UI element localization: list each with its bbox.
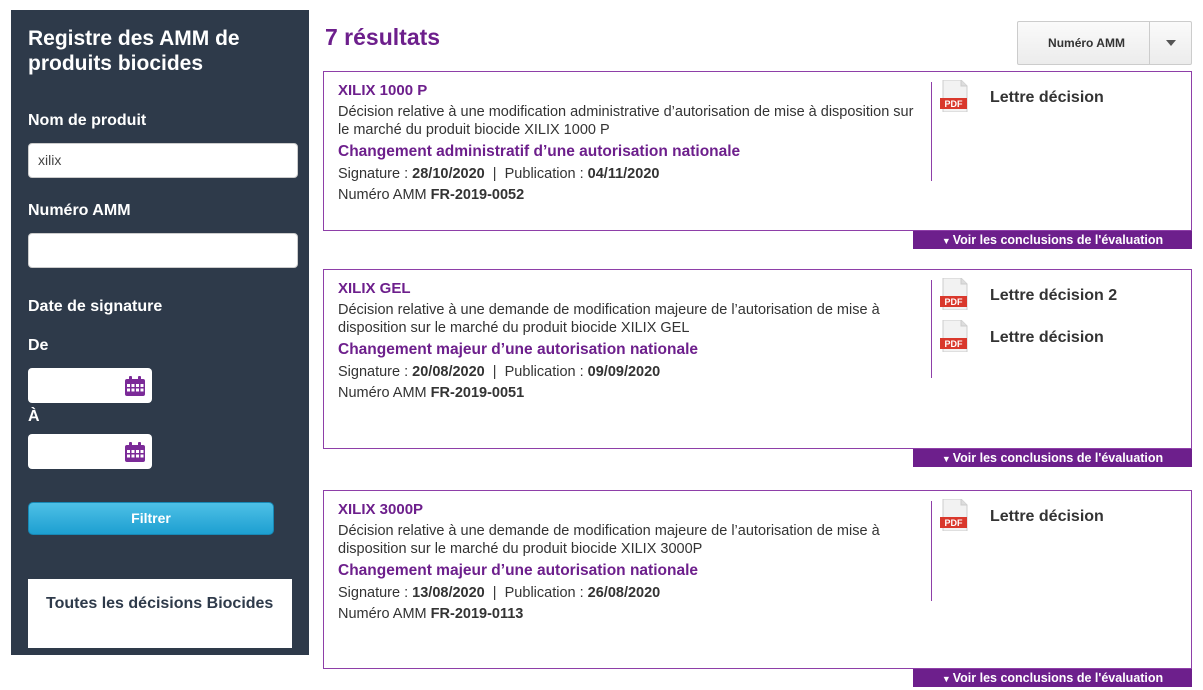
document-label[interactable]: Lettre décision 2 — [990, 287, 1117, 305]
all-decisions-link[interactable]: Toutes les décisions Biocides — [28, 579, 292, 648]
publication-date: 09/09/2020 — [587, 364, 661, 380]
results-count: 7 résultats — [325, 24, 441, 50]
sidebar-title: Registre des AMM de produits biocides — [28, 27, 240, 75]
view-evaluation-link[interactable]: ▼ Voir les conclusions de l'évaluation — [913, 669, 1192, 687]
calendar-icon[interactable] — [124, 375, 146, 402]
view-evaluation-link[interactable]: ▼ Voir les conclusions de l'évaluation — [913, 231, 1192, 249]
result-card: XILIX 3000P Décision relative à une dema… — [323, 490, 1192, 669]
product-name[interactable]: XILIX GEL — [338, 279, 918, 299]
svg-text:PDF: PDF — [945, 339, 964, 349]
document-link[interactable]: PDF Lettre décision — [940, 319, 1117, 352]
svg-text:PDF: PDF — [945, 99, 964, 109]
product-name[interactable]: XILIX 1000 P — [338, 81, 918, 101]
svg-text:PDF: PDF — [945, 297, 964, 307]
result-card: XILIX 1000 P Décision relative à une mod… — [323, 71, 1192, 231]
triangle-down-icon: ▼ — [941, 236, 951, 246]
decision-description: Décision relative à une modification adm… — [338, 104, 914, 138]
pdf-file-icon: PDF — [940, 79, 970, 117]
publication-date: 26/08/2020 — [587, 585, 661, 601]
amm-number: Numéro AMM FR-2019-0051 — [338, 385, 525, 401]
decision-description: Décision relative à une demande de modif… — [338, 523, 880, 557]
document-link[interactable]: PDF Lettre décision — [940, 79, 1104, 112]
divider — [931, 501, 932, 601]
amm-number: Numéro AMM FR-2019-0052 — [338, 187, 525, 203]
divider — [931, 280, 932, 378]
pdf-file-icon: PDF — [940, 277, 970, 315]
triangle-down-icon: ▼ — [941, 454, 951, 464]
decision-type: Changement majeur d’une autorisation nat… — [338, 562, 698, 579]
signature-date: 28/10/2020 — [412, 166, 485, 182]
view-evaluation-link[interactable]: ▼ Voir les conclusions de l'évaluation — [913, 449, 1192, 467]
amm-number: Numéro AMM FR-2019-0113 — [338, 606, 524, 622]
calendar-icon[interactable] — [124, 441, 146, 468]
documents-list: PDF Lettre décision 2 PDF Lettre décisio… — [940, 277, 1117, 367]
filter-sidebar: Registre des AMM de produits biocides No… — [11, 10, 309, 655]
product-name[interactable]: XILIX 3000P — [338, 500, 918, 520]
signature-date-label: Date de signature — [28, 298, 163, 315]
documents-list: PDF Lettre décision — [940, 498, 1104, 546]
svg-text:PDF: PDF — [945, 518, 964, 528]
pdf-file-icon: PDF — [940, 319, 970, 357]
product-name-input[interactable]: xilix — [28, 143, 298, 178]
amm-number-input[interactable] — [28, 233, 298, 268]
sort-label: Numéro AMM — [1048, 36, 1125, 50]
from-date-label: De — [28, 337, 49, 354]
product-name-label: Nom de produit — [28, 112, 147, 129]
decision-dates: Signature : 20/08/2020 | Publication : 0… — [338, 364, 661, 380]
publication-date: 04/11/2020 — [587, 166, 660, 182]
divider — [931, 82, 932, 181]
triangle-down-icon: ▼ — [941, 674, 951, 684]
to-date-input[interactable] — [28, 434, 152, 469]
signature-date: 20/08/2020 — [412, 364, 485, 380]
documents-list: PDF Lettre décision — [940, 79, 1104, 127]
from-date-input[interactable] — [28, 368, 152, 403]
decision-type: Changement administratif d’une autorisat… — [338, 143, 741, 160]
amm-number-label: Numéro AMM — [28, 202, 131, 219]
decision-dates: Signature : 13/08/2020 | Publication : 2… — [338, 585, 661, 601]
result-card: XILIX GEL Décision relative à une demand… — [323, 269, 1192, 449]
document-label[interactable]: Lettre décision — [990, 89, 1104, 107]
pdf-file-icon: PDF — [940, 498, 970, 536]
decision-description: Décision relative à une demande de modif… — [338, 302, 880, 336]
document-label[interactable]: Lettre décision — [990, 329, 1104, 347]
signature-date: 13/08/2020 — [412, 585, 485, 601]
sort-select[interactable]: Numéro AMM — [1017, 21, 1192, 65]
to-date-label: À — [28, 408, 40, 425]
caret-down-icon[interactable] — [1149, 22, 1191, 64]
filter-button[interactable]: Filtrer — [28, 502, 274, 535]
document-link[interactable]: PDF Lettre décision — [940, 498, 1104, 531]
document-link[interactable]: PDF Lettre décision 2 — [940, 277, 1117, 310]
decision-dates: Signature : 28/10/2020 | Publication : 0… — [338, 166, 660, 182]
decision-type: Changement majeur d’une autorisation nat… — [338, 341, 698, 358]
document-label[interactable]: Lettre décision — [990, 508, 1104, 526]
